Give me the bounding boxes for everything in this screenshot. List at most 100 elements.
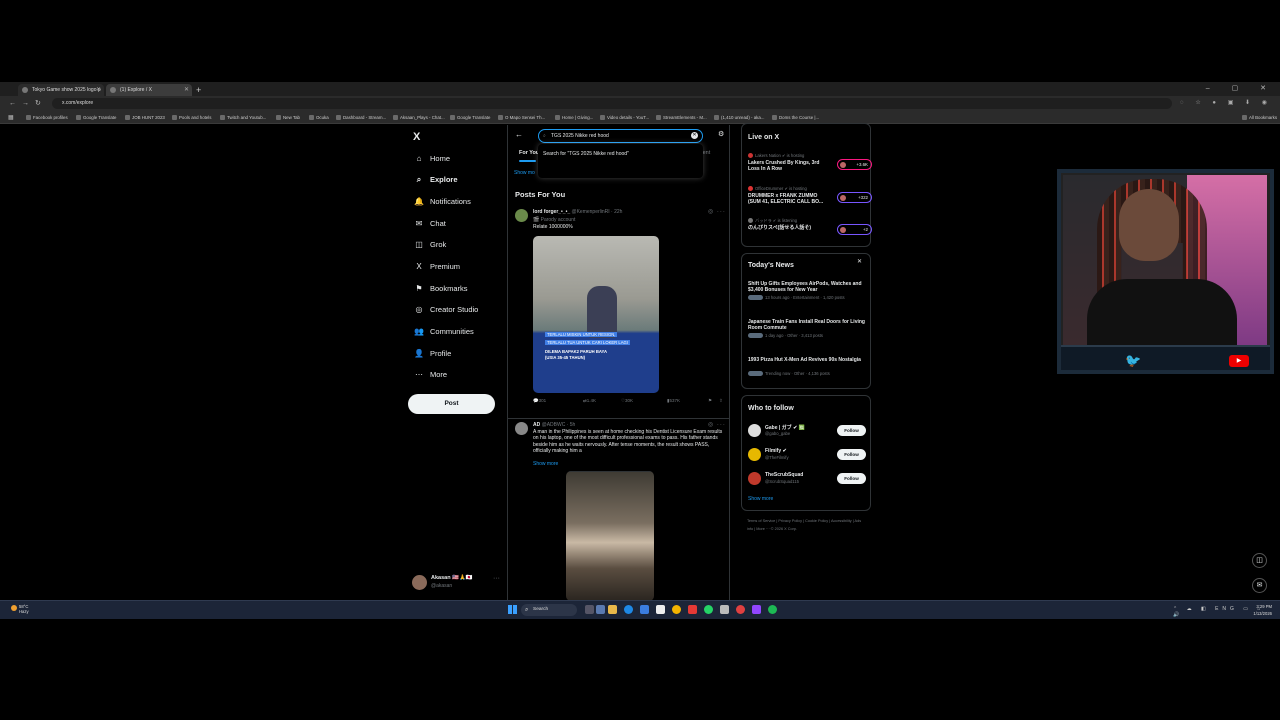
nav-explore[interactable]: ⌕ Explore xyxy=(413,173,458,187)
obs-icon[interactable] xyxy=(736,605,745,614)
window-controls[interactable]: – ▢ ✕ xyxy=(1206,82,1276,96)
bookmark-item[interactable]: Dashboard - Stream... xyxy=(336,111,386,124)
address-bar[interactable]: x.com/explore xyxy=(52,98,1172,109)
nav-premium[interactable]: X Premium xyxy=(413,260,460,274)
bookmark-item[interactable]: Twitch and Youtub... xyxy=(220,111,266,124)
back-arrow-icon[interactable]: ← xyxy=(515,130,523,139)
reload-icon[interactable]: ↻ xyxy=(35,98,41,109)
browser-tab-active[interactable]: (1) Explore / X ✕ xyxy=(106,84,192,96)
task-view-icon[interactable] xyxy=(585,605,594,614)
more-icon[interactable]: ◎ ··· xyxy=(708,208,726,215)
follow-suggestion[interactable]: Gabe | ガブ ✔ 🈯 @gabo_gabe Follow xyxy=(748,423,868,439)
follow-suggestion[interactable]: TheScrubSquad @ScrubSquad115 Follow xyxy=(748,471,868,487)
follow-button[interactable]: Follow xyxy=(837,449,866,460)
bookmark-item[interactable]: Aksaan_Plays - Chat... xyxy=(393,111,445,124)
follow-button[interactable]: Follow xyxy=(837,473,866,484)
live-item[interactable]: バッドラ ✔ is listening のんびりスペ(話せる人話そ) +2 xyxy=(748,218,872,242)
reply-button[interactable]: 💬 301 xyxy=(533,398,546,404)
nav-home[interactable]: ⌂ Home xyxy=(413,152,450,166)
bookmark-item[interactable]: Pools and hotels xyxy=(172,111,211,124)
app-icon[interactable] xyxy=(688,605,697,614)
post-author[interactable]: AD @ADBWC · 5h xyxy=(533,422,575,428)
clear-search-icon[interactable]: ✕ xyxy=(691,132,698,139)
avatar[interactable] xyxy=(748,472,761,485)
bookmark-item[interactable]: New Tab xyxy=(276,111,300,124)
post-author[interactable]: lord forger_•_•_ @KemenperlinRI · 22h xyxy=(533,209,622,215)
tab-close-icon[interactable]: ✕ xyxy=(96,84,101,96)
weather-widget[interactable]: 58°C Hazy xyxy=(11,604,29,614)
extension-icons[interactable]: ◌ ☆ ● ▣ ⬇ ◉ xyxy=(1180,98,1272,109)
repost-button[interactable]: ⇄ 1.4K xyxy=(583,398,596,404)
news-item[interactable]: 1993 Pizza Hut X-Men Ad Revives 90s Nost… xyxy=(748,357,868,387)
search-suggestion-item[interactable]: Search for "TGS 2025 Nikke red hood" xyxy=(543,151,703,157)
edge-icon[interactable] xyxy=(624,605,633,614)
more-icon[interactable]: ··· xyxy=(493,575,500,582)
news-item[interactable]: Shift Up Gifts Employees AirPods, Watche… xyxy=(748,281,868,311)
footer-links[interactable]: Terms of Service | Privacy Policy | Cook… xyxy=(747,517,867,533)
nav-bookmarks[interactable]: ⚑ Bookmarks xyxy=(413,282,467,296)
post-video[interactable] xyxy=(566,471,654,600)
grok-floating-icon[interactable]: ◫ xyxy=(1252,553,1267,568)
account-switcher[interactable]: Akasan 🇺🇸🙏🇯🇵 @akasan ··· xyxy=(412,573,502,591)
news-item[interactable]: Japanese Train Fans Install Real Doors f… xyxy=(748,319,868,349)
x-logo-icon[interactable]: X xyxy=(413,131,420,143)
follow-suggestion[interactable]: Filmify ✔ @TheFilmify Follow xyxy=(748,447,868,463)
taskbar-search[interactable]: Search xyxy=(521,604,577,616)
close-icon[interactable]: ✕ xyxy=(857,258,862,265)
whatsapp-icon[interactable] xyxy=(704,605,713,614)
nav-grok[interactable]: ◫ Grok xyxy=(413,238,446,252)
bookmark-item[interactable]: Home | Giving... xyxy=(555,111,593,124)
widgets-icon[interactable] xyxy=(596,605,605,614)
post-button[interactable]: Post xyxy=(408,394,495,414)
chrome-icon[interactable] xyxy=(672,605,681,614)
bookmark-item[interactable]: StreamElements - M... xyxy=(656,111,707,124)
messages-floating-icon[interactable]: ✉ xyxy=(1252,578,1267,593)
avatar[interactable] xyxy=(515,209,528,222)
mail-app-icon[interactable] xyxy=(640,605,649,614)
spotify-icon[interactable] xyxy=(768,605,777,614)
avatar[interactable] xyxy=(515,422,528,435)
clock[interactable]: 3:29 PM 1/13/2026 xyxy=(1253,603,1272,617)
bookmark-item[interactable]: Video details - YouT... xyxy=(600,111,649,124)
file-explorer-icon[interactable] xyxy=(608,605,617,614)
avatar[interactable] xyxy=(748,448,761,461)
show-more-link[interactable]: Show more xyxy=(748,496,773,502)
bookmark-item[interactable]: Google Translate xyxy=(450,111,490,124)
nav-more[interactable]: ⋯ More xyxy=(413,368,447,382)
bookmark-icon[interactable]: ⚑ xyxy=(708,398,712,404)
tab-for-you[interactable]: For You xyxy=(519,150,539,162)
nav-notifications[interactable]: 🔔 Notifications xyxy=(413,195,471,209)
apps-icon[interactable]: ▦ xyxy=(8,113,14,124)
post[interactable]: AD @ADBWC · 5h ◎ ··· A man in the Philip… xyxy=(508,418,729,600)
share-icon[interactable]: ⇧ xyxy=(719,398,723,404)
forward-icon[interactable]: → xyxy=(22,98,29,109)
back-icon[interactable]: ← xyxy=(9,98,16,109)
app-icon[interactable] xyxy=(656,605,665,614)
show-more-link[interactable]: Show more xyxy=(533,461,725,467)
all-bookmarks[interactable]: All Bookmarks xyxy=(1242,111,1277,124)
avatar[interactable] xyxy=(748,424,761,437)
nav-chat[interactable]: ✉ Chat xyxy=(413,217,446,231)
search-settings-icon[interactable]: ⚙ xyxy=(718,130,724,138)
new-tab-button[interactable]: + xyxy=(196,84,201,96)
live-item[interactable]: Lakers Nation ✔ is hosting Lakers Crushe… xyxy=(748,153,872,177)
bookmark-item[interactable]: O Mapo Sensei Th... xyxy=(498,111,545,124)
nav-profile[interactable]: 👤 Profile xyxy=(413,347,451,361)
browser-tab[interactable]: Tokyo Game show 2025 logo p ✕ xyxy=(18,84,104,96)
follow-button[interactable]: Follow xyxy=(837,425,866,436)
show-more-link[interactable]: Show mo xyxy=(514,170,535,176)
search-input[interactable]: ⌕ TGS 2025 Nikke red hood ✕ xyxy=(538,129,703,143)
twitch-icon[interactable] xyxy=(752,605,761,614)
more-icon[interactable]: ◎ ··· xyxy=(708,421,726,428)
tab-close-icon[interactable]: ✕ xyxy=(184,84,189,96)
windows-start-icon[interactable] xyxy=(508,605,517,614)
bookmark-item[interactable]: Facebook profiles xyxy=(26,111,68,124)
bookmark-item[interactable]: JOB HUNT 2023 xyxy=(125,111,165,124)
bookmark-item[interactable]: Ocuka xyxy=(309,111,329,124)
nav-communities[interactable]: 👥 Communities xyxy=(413,325,474,339)
live-item[interactable]: OfficeDrummer ✔ is hosting DRUMMER x FRA… xyxy=(748,186,872,210)
like-button[interactable]: ♡ 30K xyxy=(621,398,633,404)
app-icon[interactable] xyxy=(720,605,729,614)
bookmark-item[interactable]: Google Translate xyxy=(76,111,116,124)
views-button[interactable]: ▮ 537K xyxy=(667,398,680,404)
